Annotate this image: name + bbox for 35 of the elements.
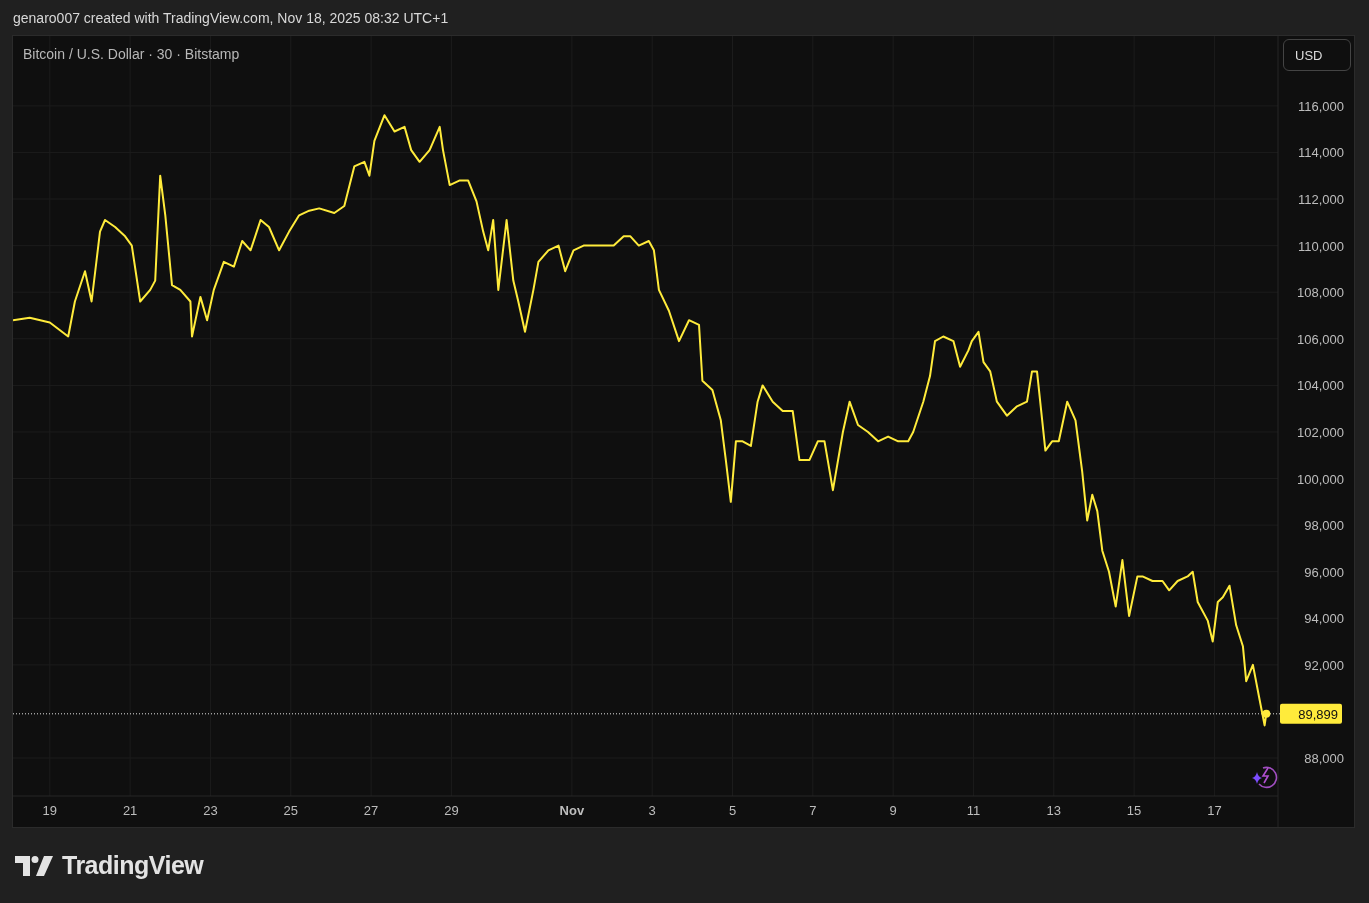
price-tag: 89,899 (1280, 703, 1342, 724)
axis-label: 100,000 (1297, 471, 1344, 487)
axis-label: 112,000 (1297, 192, 1344, 208)
axis-label: 23 (203, 803, 218, 818)
axis-label: 11 (966, 803, 981, 818)
axis-label: 88,000 (1304, 751, 1344, 767)
axis-label: 106,000 (1297, 331, 1344, 347)
axis-label: 98,000 (1304, 518, 1344, 534)
axis-label: 27 (363, 803, 379, 818)
symbol-title: Bitcoin / U.S. Dollar · 30 · Bitstamp (23, 46, 240, 62)
axis-label: 21 (122, 803, 138, 818)
axis-label: 15 (1126, 803, 1142, 818)
axis-label: 3 (648, 803, 656, 818)
axis-label: 102,000 (1297, 424, 1344, 440)
brand-name: TradingView (62, 851, 204, 880)
axis-label: 7 (809, 803, 817, 818)
axis-label: 104,000 (1297, 378, 1344, 394)
ref-line-label: 89,899 (1298, 706, 1338, 722)
currency-button[interactable]: USD (1283, 39, 1351, 71)
axis-label: 110,000 (1297, 238, 1344, 254)
axis-label: 17 (1207, 803, 1222, 818)
axis-label: 116,000 (1297, 98, 1344, 114)
axis-label: 19 (42, 803, 58, 818)
axis-label: 114,000 (1297, 145, 1344, 161)
axis-label: 96,000 (1304, 564, 1344, 580)
axis-label: 108,000 (1297, 285, 1344, 301)
axis-label: 5 (728, 803, 737, 818)
attribution-text: genaro007 created with TradingView.com, Nov 18, 2025 08:32 UTC+1 (12, 8, 450, 28)
axis-label: 25 (283, 803, 298, 818)
axis-label: 92,000 (1304, 657, 1344, 673)
axis-label: 29 (444, 803, 459, 818)
axis-label: 9 (889, 803, 897, 818)
axis-label: 13 (1046, 803, 1061, 818)
axis-label: 94,000 (1304, 611, 1344, 627)
axis-label: Nov (559, 803, 585, 818)
